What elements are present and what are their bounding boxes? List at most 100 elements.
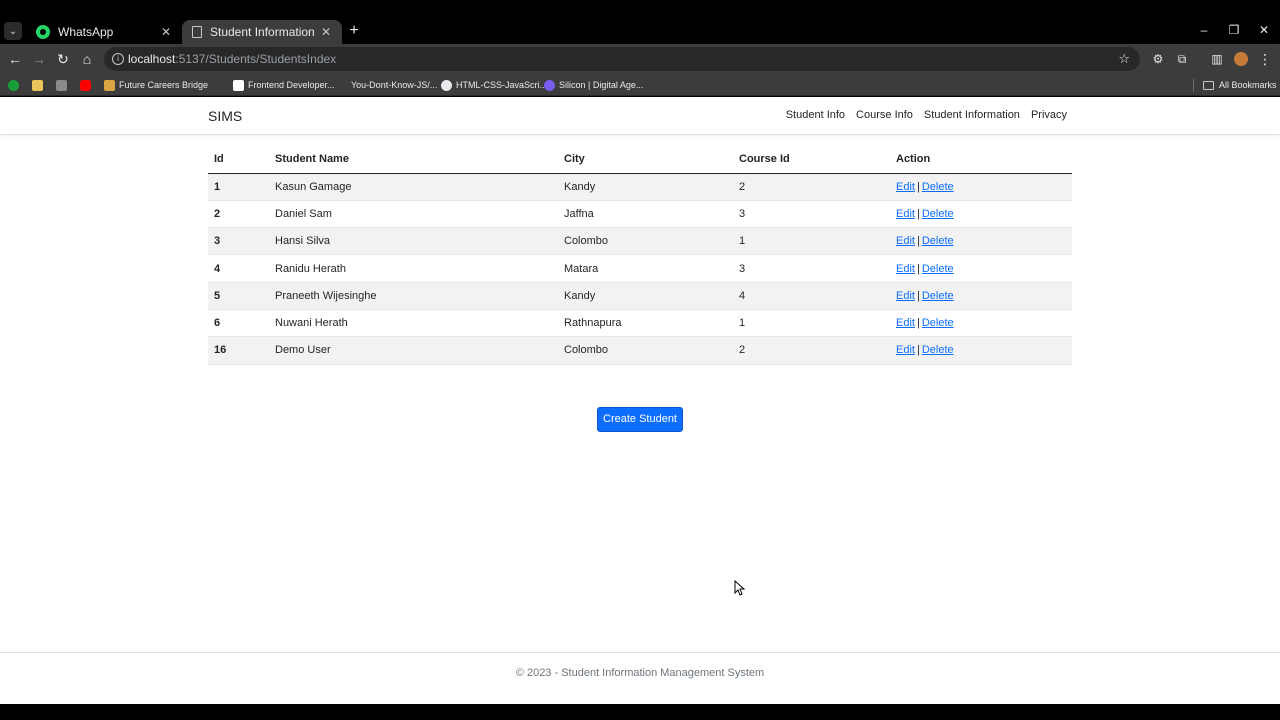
edit-link[interactable]: Edit (896, 181, 915, 193)
leaf-icon (8, 79, 19, 91)
cell-course-id: 4 (733, 282, 890, 310)
extension-gear-icon[interactable]: ⚙ (1149, 50, 1167, 68)
close-tab-icon[interactable]: ✕ (320, 25, 332, 39)
cell-student-name: Nuwani Herath (269, 309, 558, 338)
edit-link[interactable]: Edit (896, 290, 915, 302)
forward-icon[interactable]: → (30, 50, 48, 68)
action-separator: | (916, 344, 920, 357)
cell-city: Rathnapura (558, 309, 733, 338)
bookmark-label: Future Careers Bridge (119, 80, 209, 90)
table-row: 3 Hansi Silva Colombo 1 Edit | Delete (208, 227, 1072, 256)
table-row: 2 Daniel Sam Jaffna 3 Edit | Delete (208, 200, 1072, 229)
bookmark-you-dont-know-js[interactable]: You-Dont-Know-JS/... (336, 78, 437, 92)
nav-student-info[interactable]: Student Info (786, 109, 845, 121)
edit-link[interactable]: Edit (896, 208, 915, 220)
bookmark-item[interactable] (56, 78, 71, 92)
nav-student-information[interactable]: Student Information (924, 109, 1020, 121)
f-icon (233, 79, 244, 91)
tab-title: WhatsApp (58, 25, 114, 39)
header-id: Id (208, 146, 269, 174)
cell-action: Edit | Delete (890, 227, 1072, 256)
delete-link[interactable]: Delete (922, 344, 954, 356)
action-separator: | (916, 207, 920, 220)
bookmark-label: You-Dont-Know-JS/... (351, 80, 438, 90)
bookmark-label: Frontend Developer... (248, 80, 335, 90)
delete-link[interactable]: Delete (922, 263, 954, 275)
blank-icon (336, 79, 347, 91)
table-row: 16 Demo User Colombo 2 Edit | Delete (208, 336, 1072, 365)
table-body: 1 Kasun Gamage Kandy 2 Edit | Delete 2 Daniel Sa… (208, 173, 1072, 365)
bookmark-item[interactable] (8, 78, 23, 92)
cell-city: Jaffna (558, 200, 733, 229)
cell-course-id: 2 (733, 336, 890, 365)
bookmark-label: Silicon | Digital Age... (559, 80, 644, 90)
cell-id: 3 (208, 227, 269, 256)
cell-id: 2 (208, 200, 269, 229)
table-row: 4 Ranidu Herath Matara 3 Edit | Delete (208, 254, 1072, 283)
browser-tab-sims[interactable]: Student Information - SIMS ✕ (182, 20, 342, 44)
side-panel-icon[interactable]: ▥ (1208, 50, 1226, 68)
cell-id: 16 (208, 336, 269, 365)
home-icon[interactable]: ⌂ (78, 50, 96, 68)
header-action: Action (890, 146, 1072, 174)
bookmark-silicon[interactable]: Silicon | Digital Age... (544, 78, 643, 92)
all-bookmarks-button[interactable]: All Bookmarks (1203, 78, 1277, 92)
back-icon[interactable]: ← (6, 50, 24, 68)
folder-icon (1203, 80, 1214, 90)
url-text[interactable]: localhost:5137/Students/StudentsIndex (128, 52, 336, 66)
youtube-icon (80, 79, 91, 91)
reload-icon[interactable]: ↻ (54, 50, 72, 68)
profile-avatar[interactable] (1234, 52, 1248, 66)
cell-course-id: 1 (733, 227, 890, 256)
bookmark-future-careers[interactable]: Future Careers Bridge (104, 78, 208, 92)
close-window-icon[interactable]: ✕ (1256, 22, 1272, 38)
nav-privacy[interactable]: Privacy (1031, 109, 1067, 121)
bookmark-html-css-js[interactable]: HTML-CSS-JavaScri... (441, 78, 547, 92)
cell-student-name: Praneeth Wijesinghe (269, 282, 558, 310)
brand-link[interactable]: SIMS (208, 108, 242, 124)
delete-link[interactable]: Delete (922, 235, 954, 247)
site-navbar: SIMS Student Info Course Info Student In… (0, 97, 1280, 135)
bookmarks-bar: Future Careers Bridge Frontend Developer… (0, 74, 1280, 96)
create-student-button[interactable]: Create Student (597, 407, 683, 432)
table-row: 6 Nuwani Herath Rathnapura 1 Edit | Delete (208, 309, 1072, 338)
cell-student-name: Ranidu Herath (269, 254, 558, 283)
bookmark-app-icon (32, 79, 43, 91)
new-tab-icon[interactable]: + (346, 22, 362, 40)
cell-course-id: 1 (733, 309, 890, 338)
browser-tab-strip: ⌄ WhatsApp ✕ Student Information - SIMS … (0, 0, 1280, 44)
action-separator: | (916, 317, 920, 330)
grid-icon (56, 79, 67, 91)
minimize-icon[interactable]: – (1196, 22, 1212, 38)
whatsapp-icon (36, 25, 50, 39)
students-table: Id Student Name City Course Id Action 1K… (208, 146, 1072, 365)
delete-link[interactable]: Delete (922, 290, 954, 302)
nav-course-info[interactable]: Course Info (856, 109, 913, 121)
close-tab-icon[interactable]: ✕ (160, 25, 172, 39)
bookmark-star-icon[interactable]: ☆ (1118, 51, 1130, 67)
bookmark-item[interactable] (32, 78, 47, 92)
bookmarks-divider (1193, 79, 1194, 92)
cell-action: Edit | Delete (890, 200, 1072, 229)
edit-link[interactable]: Edit (896, 317, 915, 329)
extensions-puzzle-icon[interactable]: ⧉ (1173, 50, 1191, 68)
edit-link[interactable]: Edit (896, 235, 915, 247)
edit-link[interactable]: Edit (896, 263, 915, 275)
bookmark-item[interactable] (80, 78, 95, 92)
cell-student-name: Demo User (269, 336, 558, 365)
restore-icon[interactable]: ❐ (1226, 22, 1242, 38)
cell-student-name: Daniel Sam (269, 200, 558, 229)
site-info-icon[interactable]: i (112, 53, 124, 65)
delete-link[interactable]: Delete (922, 317, 954, 329)
tab-search-dropdown-icon[interactable]: ⌄ (4, 22, 22, 40)
delete-link[interactable]: Delete (922, 181, 954, 193)
edit-link[interactable]: Edit (896, 344, 915, 356)
nav-links: Student Info Course Info Student Informa… (786, 109, 1067, 121)
url-host: localhost (128, 52, 176, 66)
delete-link[interactable]: Delete (922, 208, 954, 220)
menu-kebab-icon[interactable]: ⋮ (1256, 50, 1274, 68)
browser-tab-whatsapp[interactable]: WhatsApp ✕ (26, 20, 182, 44)
bookmark-frontend-developer[interactable]: Frontend Developer... (233, 78, 335, 92)
address-bar[interactable]: i localhost:5137/Students/StudentsIndex … (104, 47, 1140, 71)
silicon-icon (544, 79, 555, 91)
